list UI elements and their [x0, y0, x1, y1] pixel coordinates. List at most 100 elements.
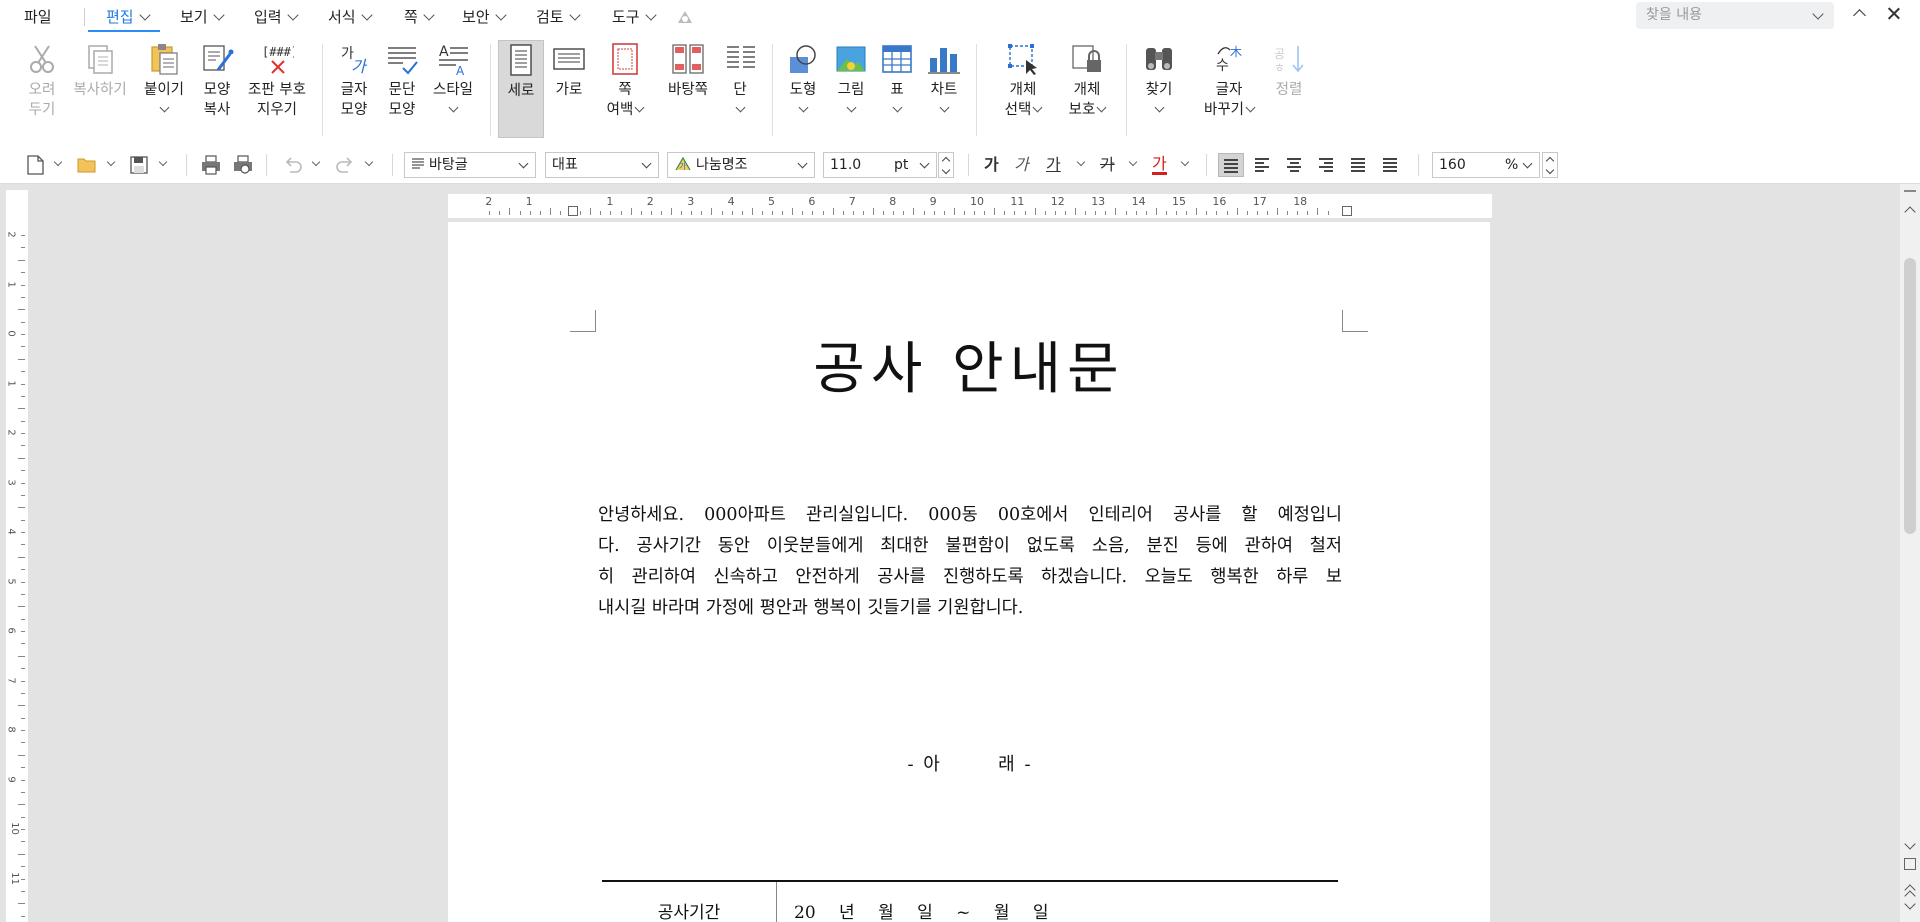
chart-button[interactable]: 차트 [926, 42, 962, 142]
document-page[interactable]: 공사 안내문 안녕하세요. 000아파트 관리실입니다. 000동 00호에서 … [448, 222, 1490, 922]
split-handle[interactable] [1904, 190, 1916, 192]
strikethrough-button[interactable]: 가 [1100, 155, 1115, 175]
italic-button[interactable]: 가 [1014, 155, 1029, 175]
zoom-stepper[interactable] [1542, 152, 1558, 178]
ruler-tick [18, 804, 25, 806]
menu-format[interactable]: 서식 [328, 6, 373, 28]
indent-marker[interactable] [568, 206, 578, 216]
vertical-scrollbar[interactable] [1900, 184, 1920, 922]
portrait-button[interactable]: 세로 [498, 40, 544, 138]
horizontal-ruler[interactable]: 2 1 1 2 3 4 5 6 7 8 9 10 11 12 13 14 15 16 17 18 [448, 194, 1492, 218]
menu-tools[interactable]: 도구 [612, 6, 657, 28]
scroll-up-icon[interactable] [1904, 204, 1916, 216]
redo-icon[interactable] [334, 154, 356, 176]
style-button[interactable]: AA 스타일 [428, 42, 478, 142]
shape-button[interactable]: 도형 [784, 42, 822, 142]
open-folder-icon[interactable] [76, 154, 98, 176]
columns-icon [724, 42, 758, 76]
svg-text:A: A [456, 64, 465, 76]
cut-label-2: 두기 [28, 102, 56, 118]
align-divide-button[interactable] [1378, 153, 1404, 177]
ruler-tick [21, 321, 25, 323]
menu-page[interactable]: 쪽 [404, 6, 435, 28]
font-color-button[interactable]: 가 [1152, 155, 1167, 175]
chevron-down-icon[interactable] [1128, 157, 1138, 167]
columns-button[interactable]: 단 [724, 42, 756, 142]
font-size-input[interactable]: 11.0 pt [823, 152, 937, 178]
print-icon[interactable] [200, 154, 222, 176]
hancom-assistant-icon[interactable] [676, 9, 694, 25]
menu-view[interactable]: 보기 [180, 6, 225, 28]
ruler-tick [21, 581, 25, 583]
close-icon[interactable] [1884, 4, 1904, 24]
document-body[interactable]: 안녕하세요. 000아파트 관리실입니다. 000동 00호에서 인테리어 공사… [598, 500, 1342, 624]
menu-insert[interactable]: 입력 [254, 6, 299, 28]
ruler-number: 2 [5, 429, 17, 436]
font-select[interactable]: 가 나눔명조 [667, 152, 815, 178]
table-value-cell[interactable]: 20 년 월 일 ~ 월 일 [794, 898, 1049, 922]
chevron-down-icon[interactable] [53, 157, 63, 167]
object-protect-button[interactable]: 개체 보호 [1062, 42, 1112, 142]
copy-button[interactable]: 복사하기 [70, 42, 130, 142]
menu-review[interactable]: 검토 [536, 6, 581, 28]
page-view-icon[interactable] [1904, 858, 1916, 870]
format-painter-button[interactable]: 모양 복사 [198, 42, 236, 142]
font-size-stepper[interactable] [938, 152, 954, 178]
search-input[interactable]: 찾을 내용 [1636, 2, 1834, 29]
language-select-value: 대표 [552, 157, 578, 173]
ribbon-separator [490, 44, 491, 136]
ruler-number: 1 [5, 280, 17, 288]
bold-button[interactable]: 가 [984, 155, 999, 175]
document-title[interactable]: 공사 안내문 [448, 324, 1490, 405]
object-select-button[interactable]: 개체 선택 [998, 42, 1048, 142]
print-preview-icon[interactable] [232, 154, 254, 176]
cut-button[interactable]: 오려 두기 [22, 42, 62, 142]
scrollbar-thumb[interactable] [1904, 258, 1916, 534]
para-shape-button[interactable]: 문단 모양 [382, 42, 422, 142]
find-button[interactable]: 찾기 [1140, 42, 1178, 142]
ribbon-collapse-icon[interactable] [1850, 4, 1870, 24]
ruler-tick [21, 272, 25, 274]
ruler-tick [1196, 208, 1198, 215]
ruler-number: 2 [5, 231, 17, 238]
align-center-button[interactable] [1282, 153, 1308, 177]
align-right-button[interactable] [1314, 153, 1340, 177]
undo-icon[interactable] [282, 154, 304, 176]
align-left-button[interactable] [1250, 153, 1276, 177]
char-shape-button[interactable]: 가가 글자 모양 [334, 42, 374, 142]
clear-marks-button[interactable]: [###] 조판 부호 지우기 [244, 42, 310, 142]
indent-marker[interactable] [1342, 206, 1352, 216]
document-subheading[interactable]: - 아 래 - [448, 750, 1490, 776]
new-document-icon[interactable] [24, 154, 46, 176]
paste-button[interactable]: 붙이기 [140, 42, 188, 142]
chevron-down-icon[interactable] [364, 157, 374, 167]
align-distribute-button[interactable] [1346, 153, 1372, 177]
style-select[interactable]: 바탕글 [404, 152, 536, 178]
next-page-icon[interactable] [1904, 900, 1916, 912]
underline-button[interactable]: 가 [1046, 155, 1061, 175]
style-icon: AA [436, 42, 470, 78]
language-select[interactable]: 대표 [545, 152, 659, 178]
menu-security[interactable]: 보안 [462, 6, 507, 28]
menu-file[interactable]: 파일 [24, 6, 52, 28]
picture-button[interactable]: 그림 [832, 42, 870, 142]
save-icon[interactable] [128, 154, 150, 176]
ruler-tick [1176, 211, 1177, 215]
chevron-down-icon[interactable] [106, 157, 116, 167]
vertical-ruler[interactable]: 2 1 0 1 2 3 4 5 6 7 8 9 10 11 [6, 190, 28, 922]
master-page-button[interactable]: 바탕쪽 [664, 42, 712, 142]
chevron-down-icon[interactable] [1180, 157, 1190, 167]
sort-button[interactable]: 공ㅎ 정렬 [1270, 42, 1308, 142]
menu-edit[interactable]: 편집 [106, 6, 151, 28]
replace-button[interactable]: 수木 글자 바꾸기 [1200, 42, 1258, 142]
chevron-down-icon[interactable] [311, 157, 321, 167]
chevron-down-icon[interactable] [158, 157, 168, 167]
page-margin-button[interactable]: 쪽 여백 [600, 42, 650, 142]
scroll-down-icon[interactable] [1904, 840, 1916, 852]
table-button[interactable]: 표 [880, 42, 914, 142]
zoom-input[interactable]: 160% [1432, 152, 1540, 178]
align-justify-button[interactable] [1218, 153, 1244, 177]
chevron-down-icon[interactable] [1076, 157, 1086, 167]
landscape-button[interactable]: 가로 [550, 42, 588, 142]
table-header-cell[interactable]: 공사기간 [602, 898, 776, 922]
